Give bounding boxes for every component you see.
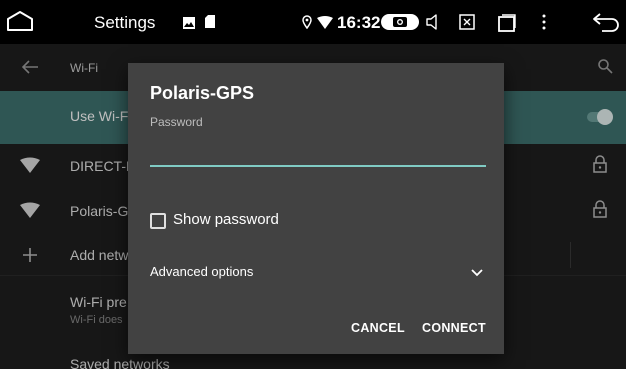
volume-icon[interactable] — [425, 13, 441, 36]
password-input[interactable] — [150, 135, 486, 167]
wifi-password-dialog: Polaris-GPS Password Show password Advan… — [128, 63, 504, 354]
show-password-checkbox[interactable] — [150, 213, 166, 229]
screenshot-icon[interactable] — [381, 14, 419, 30]
password-label: Password — [150, 115, 203, 129]
home-icon[interactable] — [6, 10, 34, 37]
recent-apps-icon[interactable] — [498, 14, 516, 37]
back-icon[interactable] — [592, 12, 620, 37]
advanced-options-label[interactable]: Advanced options — [150, 264, 253, 279]
menu-dots-icon[interactable] — [542, 14, 546, 35]
sd-card-icon — [205, 15, 215, 33]
connect-button[interactable]: CONNECT — [422, 321, 486, 335]
status-bar: Settings 16:32 — [0, 0, 626, 44]
chevron-down-icon[interactable] — [471, 264, 483, 282]
location-icon — [302, 15, 312, 34]
clock: 16:32 — [337, 13, 381, 32]
dialog-title: Polaris-GPS — [150, 83, 255, 103]
wifi-signal-icon — [317, 16, 333, 34]
gallery-icon — [183, 16, 195, 34]
close-app-icon[interactable] — [459, 14, 475, 35]
show-password-label[interactable]: Show password — [173, 211, 279, 228]
status-title: Settings — [94, 13, 156, 32]
cancel-button[interactable]: CANCEL — [351, 321, 405, 335]
